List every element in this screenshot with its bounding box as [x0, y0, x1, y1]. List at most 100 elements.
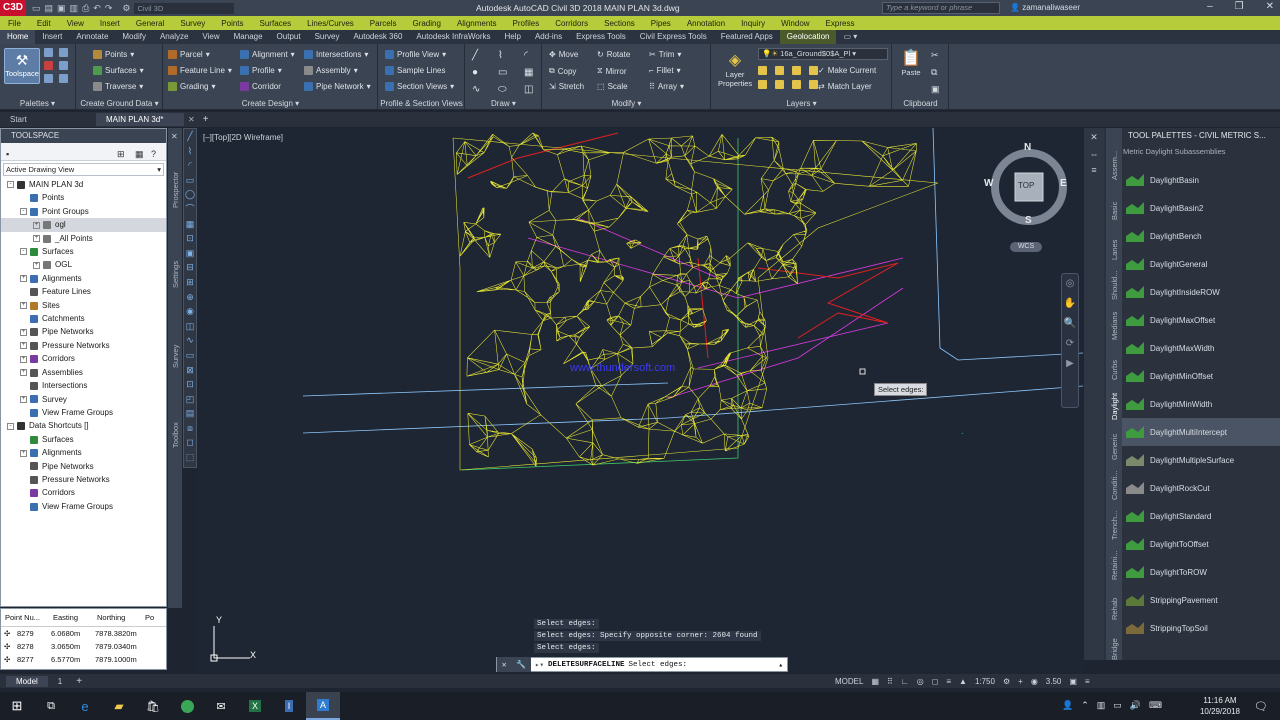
expand-toggle[interactable]: +	[20, 328, 27, 336]
user-signin[interactable]: 👤 zamanaliwaseer	[1010, 3, 1080, 12]
palette-item[interactable]: DaylightMinWidth	[1122, 390, 1280, 418]
layer-unlock-icon[interactable]	[809, 80, 818, 89]
annotation-icon[interactable]: ▲	[959, 677, 967, 686]
polar-icon[interactable]: ◎	[917, 677, 924, 686]
palette-item[interactable]: DaylightToROW	[1122, 558, 1280, 586]
command-prompt[interactable]: Select edges:	[629, 661, 688, 669]
tree-item[interactable]: + Survey	[1, 393, 166, 406]
tree-item[interactable]: View Frame Groups	[1, 500, 166, 513]
toolspace-help-icon[interactable]: ?	[151, 149, 156, 159]
tab-add-ins[interactable]: Add-ins	[528, 30, 569, 44]
menu-inquiry[interactable]: Inquiry	[733, 19, 773, 28]
boundary-icon[interactable]: ◫	[524, 84, 544, 95]
draw-tool-icon[interactable]: ⊡	[184, 231, 196, 246]
draw-tool-icon[interactable]: ⊟	[184, 260, 196, 275]
hatch-icon[interactable]: ▦	[524, 67, 544, 78]
palette-item[interactable]: StrippingTopSoil	[1122, 614, 1280, 642]
open-icon[interactable]: ▤	[45, 3, 54, 14]
taskbar-clock[interactable]: 11:16 AM 10/29/2018	[1200, 695, 1240, 717]
alignment-button[interactable]: Alignment ▾	[240, 50, 295, 59]
draw-tool-icon[interactable]: ◜	[184, 158, 196, 173]
circle-icon[interactable]: ●	[472, 67, 492, 78]
draw-tool-icon[interactable]: ⧈	[184, 421, 196, 436]
tab-output[interactable]: Output	[270, 30, 308, 44]
showmotion-icon[interactable]: ▶	[1062, 354, 1078, 374]
tab-help[interactable]: Help	[498, 30, 528, 44]
col-easting[interactable]: Easting	[49, 613, 93, 622]
palette-item[interactable]: DaylightBasin	[1122, 166, 1280, 194]
add-layout-icon[interactable]: +	[76, 676, 82, 687]
expand-toggle[interactable]: +	[20, 395, 27, 403]
osnap-icon[interactable]: ◻	[932, 677, 939, 686]
tray-up-icon[interactable]: ⌃	[1081, 700, 1089, 711]
panorama-icon[interactable]	[44, 74, 53, 83]
expand-toggle[interactable]: -	[7, 181, 14, 189]
draw-tool-icon[interactable]: ◻	[184, 435, 196, 450]
spline-icon[interactable]: ∿	[472, 84, 492, 95]
palette-item[interactable]: DaylightToOffset	[1122, 530, 1280, 558]
wcs-menu[interactable]: WCS	[1010, 242, 1042, 252]
tree-item[interactable]: Feature Lines	[1, 285, 166, 298]
intersections-button[interactable]: Intersections ▾	[304, 50, 368, 59]
shortcut-icon[interactable]	[59, 61, 68, 70]
copy-button[interactable]: ⧉ Copy	[549, 66, 576, 76]
col-northing[interactable]: Northing	[93, 613, 141, 622]
palette-item[interactable]: DaylightBasin2	[1122, 194, 1280, 222]
toolspace-options-icon[interactable]: ▪	[6, 149, 9, 159]
tree-item[interactable]: View Frame Groups	[1, 406, 166, 419]
expand-toggle[interactable]: +	[20, 342, 27, 350]
table-row[interactable]: ✣ 8277 6.5770m 7879.1000m	[1, 653, 166, 666]
customize-cmd-icon[interactable]: 🔧	[516, 660, 526, 670]
tree-item[interactable]: + Alignments	[1, 272, 166, 285]
people-icon[interactable]: 👤	[1062, 700, 1073, 711]
workspace-icon[interactable]: ⚙	[1003, 677, 1010, 686]
menu-grading[interactable]: Grading	[404, 19, 448, 28]
draw-tool-icon[interactable]: ▤	[184, 406, 196, 421]
palette-tab[interactable]: Retaini...	[1110, 550, 1119, 580]
viewport-controls[interactable]: [–][Top][2D Wireframe]	[203, 133, 283, 142]
customize-icon[interactable]: ≡	[1085, 677, 1090, 686]
move-button[interactable]: ✥ Move	[549, 50, 578, 59]
tab-survey[interactable]: Survey	[308, 30, 347, 44]
close-tab-icon[interactable]: ✕	[188, 115, 195, 124]
tool-palette-properties-icon[interactable]: ≡	[1084, 165, 1104, 175]
menu-parcels[interactable]: Parcels	[362, 19, 405, 28]
tab-view[interactable]: View	[195, 30, 226, 44]
palette-tab[interactable]: Curbs	[1110, 360, 1119, 380]
layer-on-icon[interactable]	[758, 80, 767, 89]
paste-button[interactable]: 📋 Paste	[899, 48, 923, 77]
menu-express[interactable]: Express	[818, 19, 863, 28]
action-center-icon[interactable]: 🗨	[1254, 700, 1268, 713]
parcel-button[interactable]: Parcel ▾	[168, 50, 210, 59]
layer-thaw-icon[interactable]	[792, 80, 801, 89]
menu-profiles[interactable]: Profiles	[505, 19, 548, 28]
tree-item[interactable]: Intersections	[1, 379, 166, 392]
draw-tool-icon[interactable]: ⊡	[184, 377, 196, 392]
tree-item[interactable]: Catchments	[1, 312, 166, 325]
expand-toggle[interactable]: +	[33, 221, 40, 229]
expand-toggle[interactable]: +	[20, 449, 27, 457]
expand-toggle[interactable]: +	[20, 302, 27, 310]
expand-toggle[interactable]: +	[20, 355, 27, 363]
file-explorer-icon[interactable]: ▰	[102, 692, 136, 720]
profile-button[interactable]: Profile ▾	[240, 66, 282, 75]
palette-item[interactable]: DaylightBench	[1122, 222, 1280, 250]
menu-annotation[interactable]: Annotation	[679, 19, 733, 28]
draw-tool-icon[interactable]: ⌇	[184, 144, 196, 159]
compass-w[interactable]: W	[984, 178, 993, 189]
points-button[interactable]: Points ▾	[93, 50, 134, 59]
menu-survey[interactable]: Survey	[172, 19, 213, 28]
tree-item[interactable]: - MAIN PLAN 3d	[1, 178, 166, 191]
draw-tool-icon[interactable]: ╱	[184, 129, 196, 144]
palette-tab[interactable]: Assem...	[1110, 151, 1119, 180]
palette-item[interactable]: DaylightMinOffset	[1122, 362, 1280, 390]
draw-tool-icon[interactable]: ⊠	[184, 363, 196, 378]
tab-home[interactable]: Home	[0, 30, 36, 44]
palette-tab[interactable]: Bridge	[1110, 638, 1119, 660]
create-design-title[interactable]: Create Design ▾	[164, 99, 377, 108]
pipe-network-button[interactable]: Pipe Network ▾	[304, 82, 371, 91]
palette-item[interactable]: DaylightMaxOffset	[1122, 306, 1280, 334]
draw-tool-icon[interactable]: ⬚	[184, 450, 196, 465]
toolspace-close-icon[interactable]: ✕	[171, 132, 178, 141]
sample-lines-button[interactable]: Sample Lines	[385, 66, 445, 75]
